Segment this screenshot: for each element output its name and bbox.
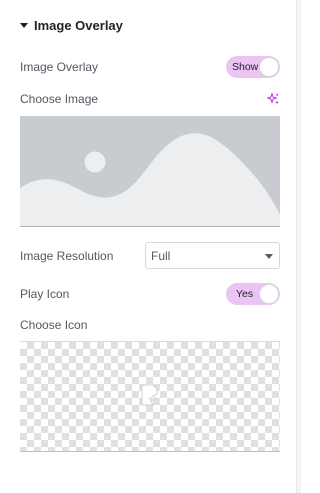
image-resolution-label: Image Resolution xyxy=(20,249,114,263)
image-overlay-switch-label: Show xyxy=(232,61,259,73)
image-overlay-switch[interactable]: Show xyxy=(226,56,280,78)
play-icon-switch[interactable]: Yes xyxy=(226,283,280,305)
choose-image-label: Choose Image xyxy=(20,92,99,106)
play-icon-switch-label: Yes xyxy=(236,288,254,300)
image-resolution-value: Full xyxy=(151,249,171,263)
icon-picker[interactable] xyxy=(20,341,280,452)
image-placeholder[interactable] xyxy=(20,116,280,227)
section-title: Image Overlay xyxy=(34,17,123,33)
chevron-down-icon xyxy=(265,254,273,259)
sparkle-ai-icon[interactable] xyxy=(266,92,280,106)
play-icon-label: Play Icon xyxy=(20,287,70,301)
caret-down-icon xyxy=(20,22,28,28)
broken-image-icon xyxy=(141,384,158,406)
image-placeholder-icon xyxy=(20,116,280,226)
image-overlay-label: Image Overlay xyxy=(20,60,99,74)
section-toggle[interactable]: Image Overlay xyxy=(20,16,123,34)
switch-knob xyxy=(259,57,279,77)
panel-scrollbar[interactable] xyxy=(296,0,301,493)
switch-knob xyxy=(259,284,279,304)
choose-icon-label: Choose Icon xyxy=(20,318,88,332)
image-resolution-select[interactable]: Full xyxy=(145,242,280,269)
